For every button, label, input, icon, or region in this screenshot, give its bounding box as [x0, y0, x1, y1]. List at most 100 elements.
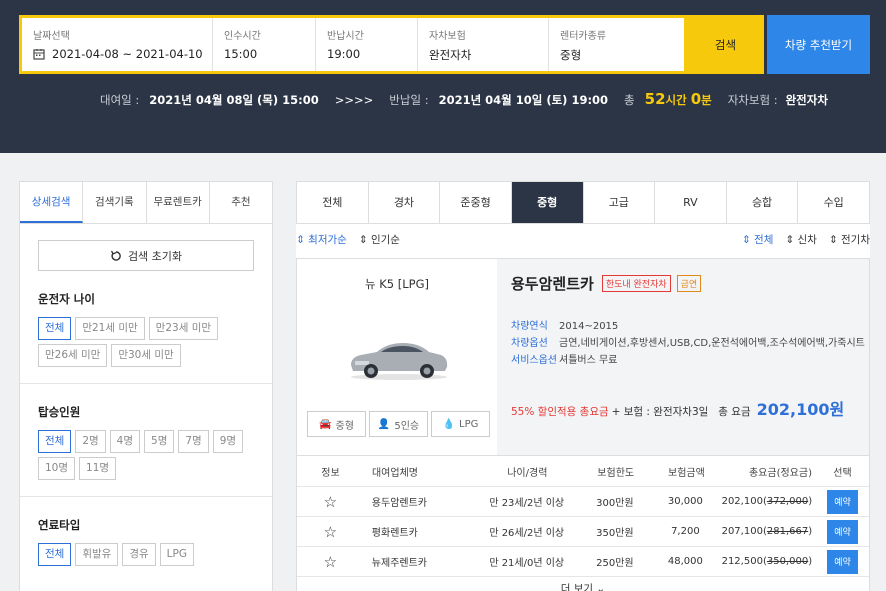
- filter-panel: 상세검색 검색기록 무료렌트카 추천 검색 초기화 운전자 나이 전체 만21세…: [19, 181, 273, 591]
- table-row: ☆ 용두암렌트카 만 23세/2년 이상 300만원 30,000 202,10…: [297, 486, 869, 516]
- results-panel: 전체 경차 준중형 중형 고급 RV 승합 수입 ⇕ 최저가순 ⇕ 인기순 ⇕ …: [296, 181, 870, 591]
- type-filter-option[interactable]: ⇕ 전체: [742, 232, 773, 247]
- header-cell: 나이/경력: [507, 467, 548, 479]
- divider: [20, 496, 272, 497]
- car-name: 뉴 K5 [LPG]: [365, 277, 429, 291]
- tab-car-class[interactable]: 수입: [798, 182, 869, 223]
- sort-option[interactable]: ⇕ 인기순: [359, 232, 400, 247]
- car-type-value: 중형: [560, 48, 582, 62]
- options-label: 차량옵션: [511, 338, 548, 349]
- tab-car-class[interactable]: 전체: [297, 182, 369, 223]
- service-value: 셔틀버스 무료: [559, 355, 618, 366]
- fuel-drop-icon: 💧: [442, 418, 456, 430]
- insurance-text: + 보험 : 완전자차3일: [611, 406, 709, 418]
- reset-label: 검색 초기화: [127, 249, 183, 263]
- tab-car-class[interactable]: 준중형: [440, 182, 512, 223]
- reserve-button[interactable]: 예약: [827, 549, 859, 574]
- sort-bar: ⇕ 최저가순 ⇕ 인기순 ⇕ 전체 ⇕ 신차 ⇕ 전기차: [296, 224, 870, 254]
- row-age: 만 21세/0년 이상: [489, 558, 565, 569]
- date-field[interactable]: 날짜선택 2021-04-08 ~ 2021-04-10: [22, 18, 213, 71]
- no-smoking-badge: 금연: [676, 275, 702, 292]
- passenger-option[interactable]: 4명: [109, 430, 141, 453]
- passenger-option[interactable]: 5명: [144, 430, 175, 453]
- age-option[interactable]: 만23세 미만: [148, 317, 219, 340]
- rent-date-value: 2021년 04월 08일 (목) 15:00: [149, 93, 319, 107]
- total-minutes: 0: [690, 90, 702, 108]
- total-price-label: 총 요금: [718, 406, 751, 418]
- tab-recommend[interactable]: 추천: [210, 182, 272, 223]
- passenger-option[interactable]: 전체: [38, 430, 72, 453]
- star-icon[interactable]: ☆: [297, 553, 364, 571]
- age-option[interactable]: 만30세 미만: [111, 344, 181, 367]
- type-filter-option[interactable]: ⇕ 신차: [785, 232, 816, 247]
- passenger-option[interactable]: 11명: [79, 457, 117, 480]
- company-name[interactable]: 용두암렌트카: [511, 273, 594, 294]
- car-type-label: 렌터카종류: [560, 31, 606, 42]
- age-option[interactable]: 만21세 미만: [75, 317, 145, 340]
- header-cell: 보험한도: [597, 467, 635, 479]
- star-icon[interactable]: ☆: [297, 523, 364, 541]
- summary-insurance-value: 완전자차: [785, 93, 828, 107]
- passenger-option[interactable]: 10명: [38, 457, 76, 480]
- filter-age: 운전자 나이 전체 만21세 미만 만23세 미만 만26세 미만 만30세 미…: [20, 291, 272, 384]
- table-row: ☆ 평화렌트카 만 26세/2년 이상 350만원 7,200 207,100(…: [297, 516, 869, 546]
- recommend-button[interactable]: 차량 추천받기: [767, 15, 870, 74]
- tab-car-class[interactable]: 고급: [584, 182, 656, 223]
- fuel-option[interactable]: 전체: [38, 543, 72, 566]
- car-icon: 🚘: [319, 418, 332, 430]
- hours-unit: 시간: [665, 93, 687, 107]
- sort-option[interactable]: ⇕ 최저가순: [296, 232, 347, 247]
- fuel-option[interactable]: 경유: [122, 543, 156, 566]
- tab-car-class[interactable]: 중형: [511, 182, 584, 223]
- row-company: 용두암렌트카: [371, 498, 427, 509]
- row-age: 만 23세/2년 이상: [489, 498, 565, 509]
- tab-car-class[interactable]: 승합: [727, 182, 799, 223]
- tab-detail-search[interactable]: 상세검색: [20, 182, 84, 223]
- car-type-field[interactable]: 렌터카종류 중형: [549, 18, 684, 71]
- tab-car-class[interactable]: RV: [655, 182, 727, 223]
- header-cell: 정보: [321, 467, 340, 479]
- tab-car-class[interactable]: 경차: [369, 182, 441, 223]
- spec-seats: 👤 5인승: [369, 411, 428, 437]
- row-limit: 350만원: [596, 528, 634, 539]
- year-label: 차량연식: [511, 321, 548, 332]
- minutes-unit: 분: [701, 93, 712, 107]
- spec-fuel: 💧 LPG: [431, 411, 490, 437]
- fuel-option[interactable]: LPG: [159, 543, 194, 566]
- return-time-field[interactable]: 반납시간 19:00: [316, 18, 418, 71]
- star-icon[interactable]: ☆: [297, 493, 364, 511]
- type-filter-option[interactable]: ⇕ 전기차: [829, 232, 870, 247]
- passenger-option[interactable]: 7명: [178, 430, 209, 453]
- row-limit: 300만원: [596, 498, 634, 509]
- pickup-time-label: 인수시간: [224, 31, 261, 42]
- search-button[interactable]: 검색: [687, 15, 764, 74]
- reset-search-button[interactable]: 검색 초기화: [38, 240, 254, 271]
- more-button[interactable]: 더 보기 ⌄: [297, 576, 869, 591]
- insurance-field[interactable]: 자차보험 완전자차: [418, 18, 549, 71]
- reset-icon: [110, 250, 121, 261]
- header-cell: 보험금액: [668, 467, 705, 479]
- sort-arrows-icon: ⇕: [358, 233, 368, 246]
- discount-text: 55% 할인적용 총요금: [511, 406, 609, 418]
- type-filter-label: 전기차: [841, 233, 870, 246]
- spec-label: 5인승: [394, 420, 420, 432]
- passenger-option[interactable]: 2명: [75, 430, 106, 453]
- filter-passengers-title: 탑승인원: [38, 405, 81, 419]
- reserve-button[interactable]: 예약: [827, 519, 859, 544]
- tab-search-history[interactable]: 검색기록: [83, 182, 147, 223]
- spec-class: 🚘 중형: [307, 411, 366, 437]
- divider: [20, 383, 272, 384]
- age-option[interactable]: 만26세 미만: [38, 344, 108, 367]
- age-option[interactable]: 전체: [38, 317, 72, 340]
- passenger-option[interactable]: 9명: [212, 430, 244, 453]
- rental-summary: 대여일 : 2021년 04월 08일 (목) 15:00 >>>> 반납일 :…: [100, 90, 828, 114]
- tab-free-rental[interactable]: 무료렌트카: [147, 182, 210, 223]
- price-value: 207,100: [721, 526, 763, 537]
- pickup-time-field[interactable]: 인수시간 15:00: [213, 18, 316, 71]
- fuel-option[interactable]: 휘발유: [75, 543, 119, 566]
- date-value: 2021-04-08 ~ 2021-04-10: [52, 47, 203, 61]
- reserve-button[interactable]: 예약: [827, 489, 859, 514]
- summary-insurance-label: 자차보험 :: [727, 93, 778, 107]
- car-class-tabs: 전체 경차 준중형 중형 고급 RV 승합 수입: [296, 181, 870, 224]
- return-date-label: 반납일 :: [389, 93, 429, 107]
